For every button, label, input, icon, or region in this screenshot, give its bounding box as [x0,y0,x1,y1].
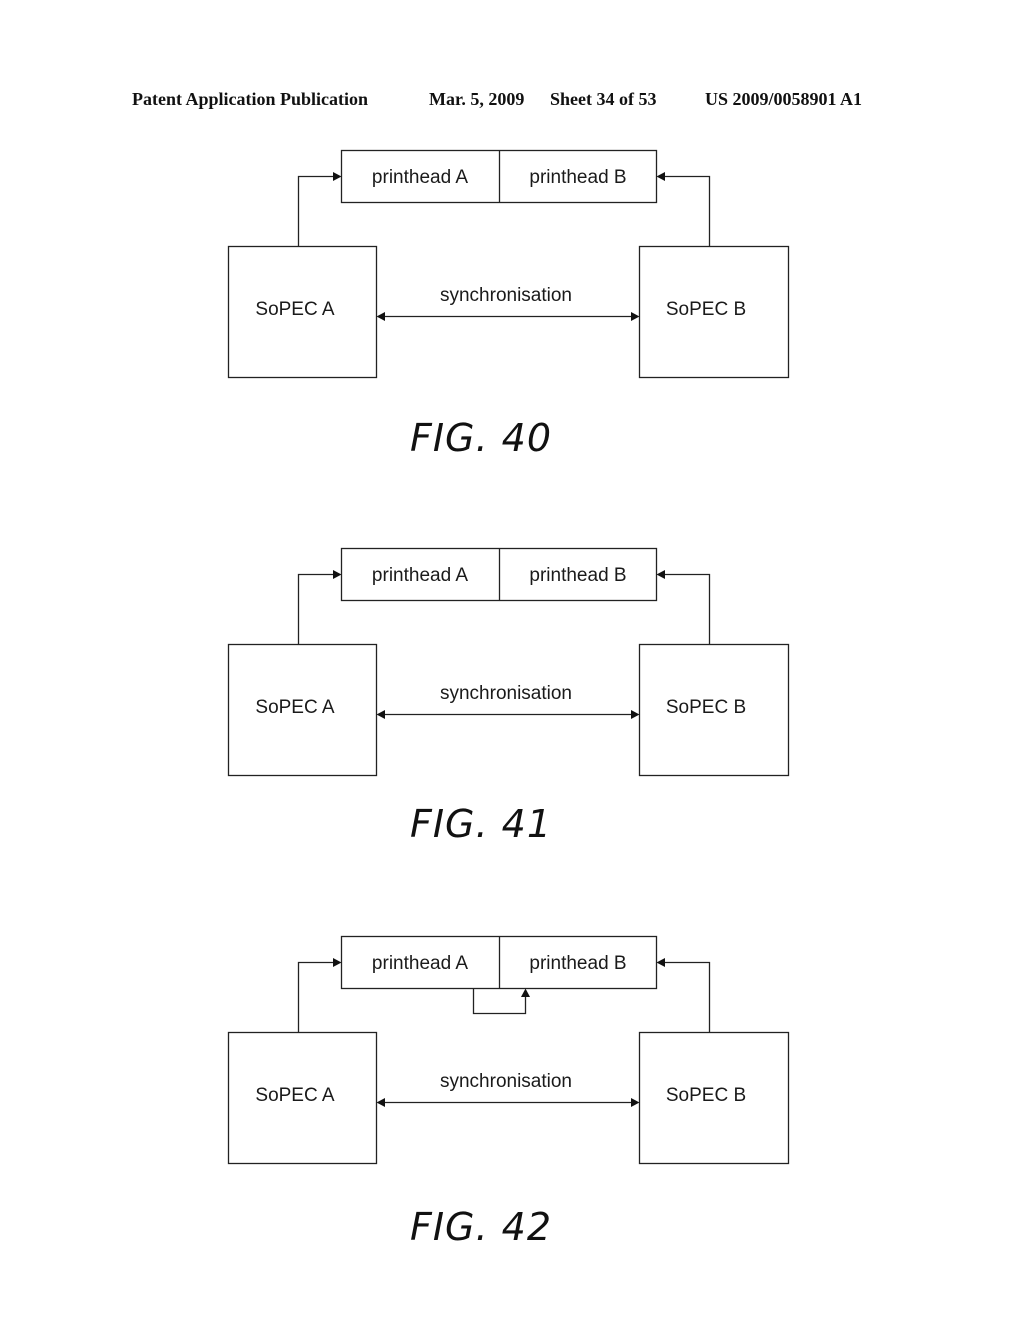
connector-sopec-b-to-printhead [664,175,711,247]
arrowhead-left-icon [376,710,385,719]
connector-sopec-a-to-printhead [297,961,334,1033]
diagram-lines [227,935,790,1165]
sync-label: synchronisation [439,1071,573,1092]
figure-42: printhead A printhead B SoPEC A SoPEC B sync… [0,786,1024,1249]
diagram-lines [227,149,790,379]
sopec-b-label: SoPEC B [665,697,747,718]
figure-41: printhead A printhead B SoPEC A SoPEC B sync… [0,398,1024,846]
connector-sopec-a-to-printhead [297,573,334,645]
arrowhead-icon [656,958,665,967]
printhead-a-label: printhead A [371,167,469,188]
sopec-a-label: SoPEC A [255,299,335,320]
sopec-a-label: SoPEC A [255,697,335,718]
printhead-b-label: printhead B [529,565,627,586]
printhead-b-label: printhead B [529,953,627,974]
arrowhead-left-icon [376,1098,385,1107]
arrowhead-icon [656,570,665,579]
arrowhead-left-icon [376,312,385,321]
arrowhead-right-icon [631,312,640,321]
arrowhead-icon [333,172,342,181]
connector-sopec-b-to-printhead [664,573,711,645]
arrowhead-right-icon [631,710,640,719]
arrowhead-icon [333,570,342,579]
sopec-a-label: SoPEC A [255,1085,335,1106]
printhead-a-label: printhead A [371,953,469,974]
printhead-a-label: printhead A [371,565,469,586]
connector-sopec-a-to-printhead [297,175,334,247]
arrowhead-icon [656,172,665,181]
arrowhead-right-icon [631,1098,640,1107]
arrowhead-up-icon [521,988,530,997]
printhead-a-to-b-link [472,988,527,1015]
connector-sopec-b-to-printhead [664,961,711,1033]
printhead-b-label: printhead B [529,167,627,188]
figure-caption: FIG. 42 [409,1205,553,1249]
sopec-b-label: SoPEC B [665,299,747,320]
figure-40: printhead A printhead B SoPEC A SoPEC B sync… [0,0,1024,460]
sync-label: synchronisation [439,683,573,704]
diagram-lines [227,547,790,777]
sync-label: synchronisation [439,285,573,306]
sopec-b-label: SoPEC B [665,1085,747,1106]
arrowhead-icon [333,958,342,967]
